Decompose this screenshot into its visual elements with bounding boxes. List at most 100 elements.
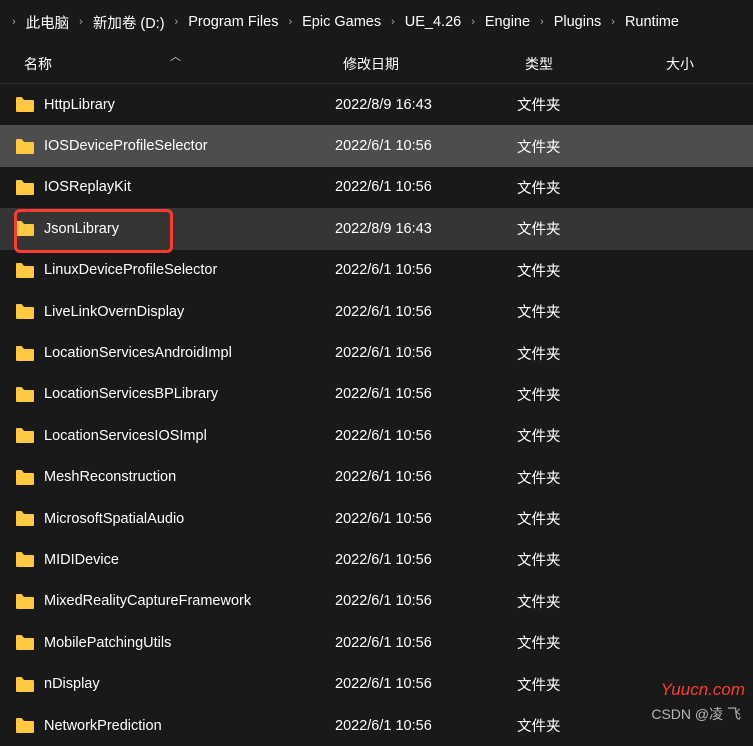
column-header-row: ︿ 名称 修改日期 类型 大小 [0,44,753,84]
table-row[interactable]: JsonLibrary 2022/8/9 16:43文件夹 [0,208,753,249]
file-name-label: MixedRealityCaptureFramework [44,593,251,609]
chevron-right-icon: › [536,16,548,28]
breadcrumb-item[interactable]: UE_4.26 [399,10,467,34]
file-name-label: IOSDeviceProfileSelector [44,138,208,154]
chevron-right-icon: › [467,16,479,28]
chevron-right-icon: › [8,16,20,28]
table-row[interactable]: LocationServicesIOSImpl2022/6/1 10:56文件夹 [0,415,753,456]
file-name-label: JsonLibrary [44,221,119,237]
file-date-label: 2022/8/9 16:43 [335,97,517,113]
table-row[interactable]: MIDIDevice2022/6/1 10:56文件夹 [0,539,753,580]
file-type-label: 文件夹 [517,384,658,405]
table-row[interactable]: MobilePatchingUtils 2022/6/1 10:56文件夹 [0,622,753,663]
file-name-label: LinuxDeviceProfileSelector [44,262,217,278]
file-name-label: NetworkPrediction [44,718,162,734]
folder-icon [16,718,34,733]
chevron-right-icon: › [171,16,183,28]
breadcrumb-item[interactable]: Engine [479,10,536,34]
file-date-label: 2022/6/1 10:56 [335,718,517,734]
table-row[interactable]: LinuxDeviceProfileSelector 2022/6/1 10:56… [0,250,753,291]
file-name-label: MicrosoftSpatialAudio [44,511,184,527]
file-type-label: 文件夹 [517,549,658,570]
file-date-label: 2022/6/1 10:56 [335,469,517,485]
file-type-label: 文件夹 [517,301,658,322]
table-row[interactable]: HttpLibrary 2022/8/9 16:43文件夹 [0,84,753,125]
chevron-right-icon: › [284,16,296,28]
file-type-label: 文件夹 [517,260,658,281]
file-date-label: 2022/6/1 10:56 [335,179,517,195]
breadcrumb[interactable]: ›此电脑›新加卷 (D:)›Program Files›Epic Games›U… [0,0,753,44]
folder-icon [16,594,34,609]
table-row[interactable]: MeshReconstruction 2022/6/1 10:56文件夹 [0,457,753,498]
file-type-label: 文件夹 [517,632,658,653]
breadcrumb-item[interactable]: 此电脑 [20,8,76,37]
file-type-label: 文件夹 [517,508,658,529]
column-header-date[interactable]: 修改日期 [335,54,517,74]
table-row[interactable]: LocationServicesAndroidImpl 2022/6/1 10:5… [0,332,753,373]
file-type-label: 文件夹 [517,674,658,695]
file-name-label: MIDIDevice [44,552,119,568]
column-header-type[interactable]: 类型 [517,54,658,74]
file-type-label: 文件夹 [517,715,658,736]
file-name-label: MobilePatchingUtils [44,635,171,651]
file-name-label: LocationServicesBPLibrary [44,386,218,402]
file-type-label: 文件夹 [517,591,658,612]
file-type-label: 文件夹 [517,218,658,239]
watermark-author: CSDN @凌 飞 [651,704,741,724]
breadcrumb-item[interactable]: Plugins [548,10,608,34]
chevron-right-icon: › [75,16,87,28]
file-name-label: LiveLinkOvernDisplay [44,304,184,320]
folder-icon [16,221,34,236]
watermark-site: Yuucn.com [661,680,745,700]
table-row[interactable]: LiveLinkOvernDisplay 2022/6/1 10:56文件夹 [0,291,753,332]
folder-icon [16,635,34,650]
file-date-label: 2022/6/1 10:56 [335,593,517,609]
file-name-label: LocationServicesIOSImpl [44,428,207,444]
folder-icon [16,180,34,195]
file-date-label: 2022/8/9 16:43 [335,221,517,237]
table-row[interactable]: IOSReplayKit 2022/6/1 10:56文件夹 [0,167,753,208]
breadcrumb-item[interactable]: Program Files [182,10,284,34]
file-date-label: 2022/6/1 10:56 [335,635,517,651]
folder-icon [16,263,34,278]
file-name-label: HttpLibrary [44,97,115,113]
file-date-label: 2022/6/1 10:56 [335,262,517,278]
file-type-label: 文件夹 [517,343,658,364]
file-date-label: 2022/6/1 10:56 [335,386,517,402]
chevron-right-icon: › [607,16,619,28]
column-header-size[interactable]: 大小 [658,54,753,74]
table-row[interactable]: IOSDeviceProfileSelector 2022/6/1 10:56文件… [0,125,753,166]
file-type-label: 文件夹 [517,467,658,488]
folder-icon [16,139,34,154]
file-type-label: 文件夹 [517,136,658,157]
file-type-label: 文件夹 [517,94,658,115]
breadcrumb-item[interactable]: Runtime [619,10,685,34]
table-row[interactable]: NetworkPrediction 2022/6/1 10:56文件夹 [0,705,753,746]
table-row[interactable]: LocationServicesBPLibrary 2022/6/1 10:56文… [0,374,753,415]
table-row[interactable]: MixedRealityCaptureFramework 2022/6/1 10:… [0,581,753,622]
folder-icon [16,677,34,692]
file-date-label: 2022/6/1 10:56 [335,345,517,361]
folder-icon [16,97,34,112]
column-header-name[interactable]: 名称 [0,54,335,74]
file-name-label: MeshReconstruction [44,469,176,485]
folder-icon [16,511,34,526]
folder-icon [16,552,34,567]
file-date-label: 2022/6/1 10:56 [335,304,517,320]
file-date-label: 2022/6/1 10:56 [335,511,517,527]
breadcrumb-item[interactable]: Epic Games [296,10,387,34]
table-row[interactable]: nDisplay2022/6/1 10:56文件夹 [0,663,753,704]
breadcrumb-item[interactable]: 新加卷 (D:) [87,8,171,37]
file-name-label: LocationServicesAndroidImpl [44,345,232,361]
file-date-label: 2022/6/1 10:56 [335,138,517,154]
folder-icon [16,346,34,361]
chevron-right-icon: › [387,16,399,28]
file-list: HttpLibrary2022/8/9 16:43文件夹 IOSDevicePr… [0,84,753,746]
folder-icon [16,304,34,319]
folder-icon [16,470,34,485]
table-row[interactable]: MicrosoftSpatialAudio 2022/6/1 10:56文件夹 [0,498,753,539]
folder-icon [16,428,34,443]
file-name-label: IOSReplayKit [44,179,131,195]
file-type-label: 文件夹 [517,177,658,198]
file-name-label: nDisplay [44,676,100,692]
